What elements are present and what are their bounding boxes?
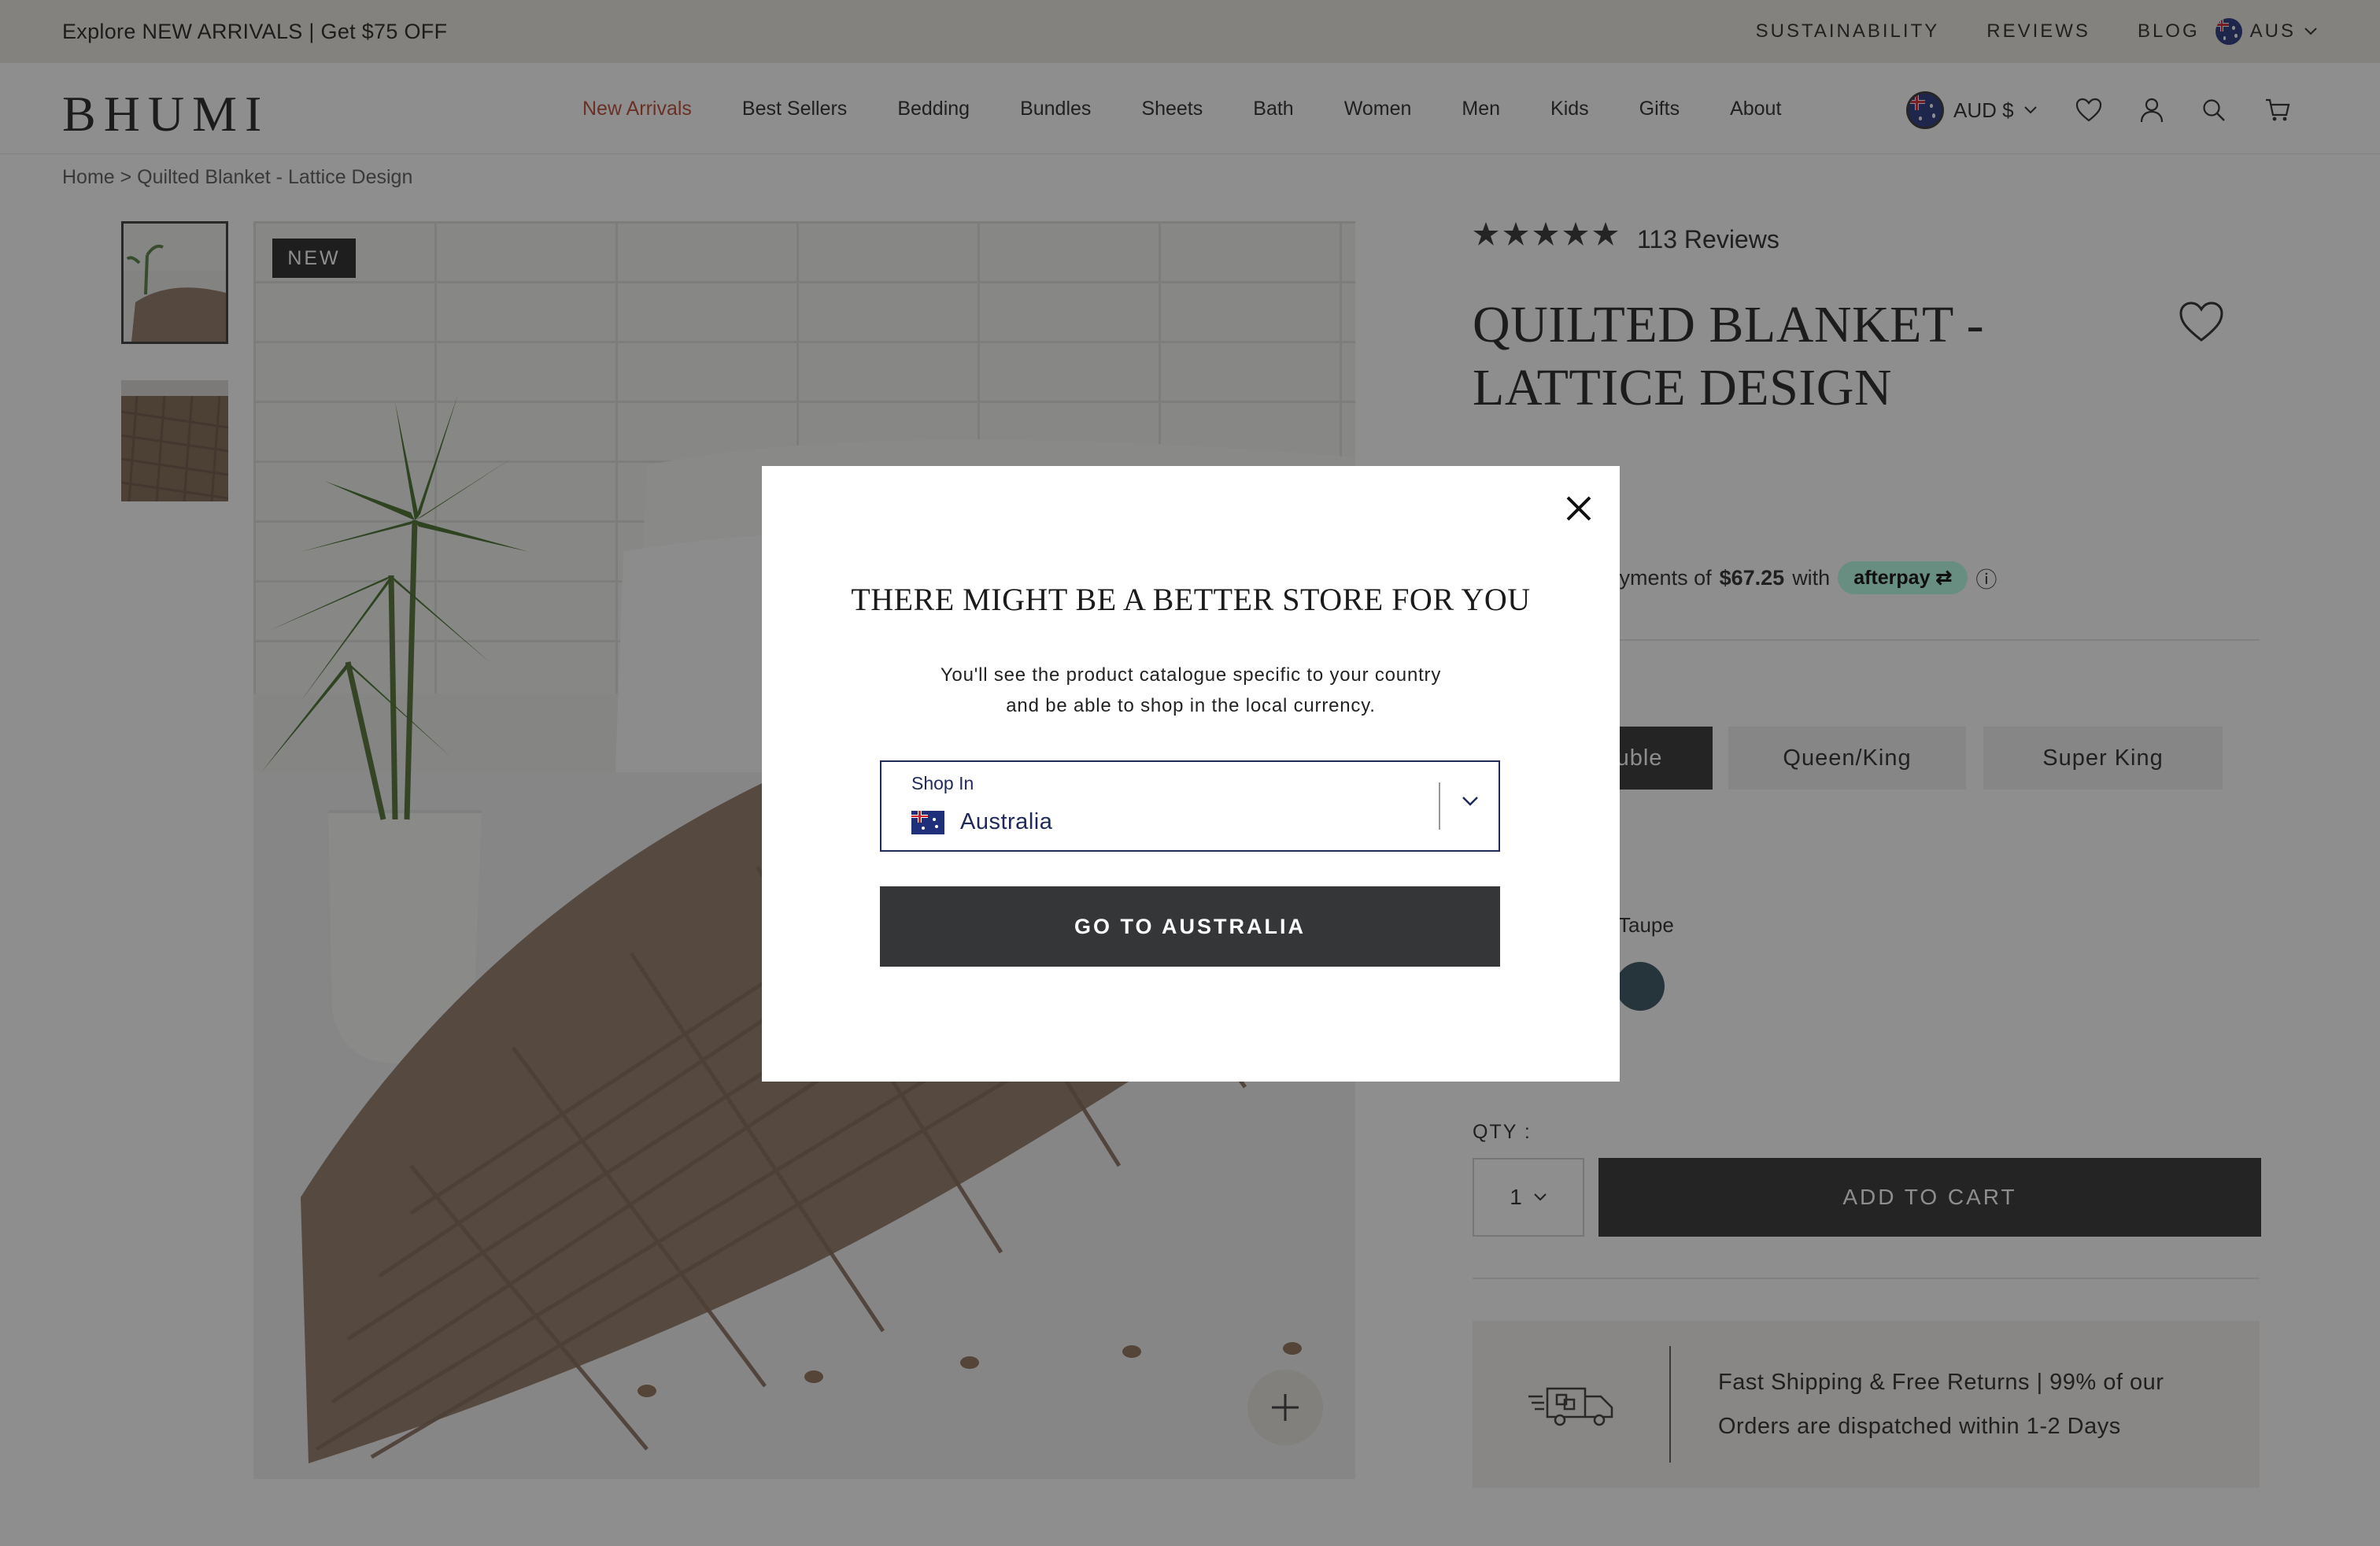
close-modal-button[interactable] bbox=[1558, 488, 1599, 529]
chevron-down-icon bbox=[1461, 795, 1480, 808]
country-select-value: Australia bbox=[911, 809, 1052, 835]
modal-description: You'll see the product catalogue specifi… bbox=[940, 664, 1442, 716]
country-select[interactable]: Shop In Australia bbox=[880, 760, 1500, 852]
select-separator bbox=[1439, 782, 1440, 830]
modal-title: THERE MIGHT BE A BETTER STORE FOR YOU bbox=[851, 582, 1531, 617]
go-to-australia-button[interactable]: GO TO AUSTRALIA bbox=[880, 886, 1500, 967]
country-select-label: Shop In bbox=[911, 773, 974, 793]
australia-flag-icon bbox=[911, 810, 944, 834]
close-icon bbox=[1565, 495, 1592, 522]
